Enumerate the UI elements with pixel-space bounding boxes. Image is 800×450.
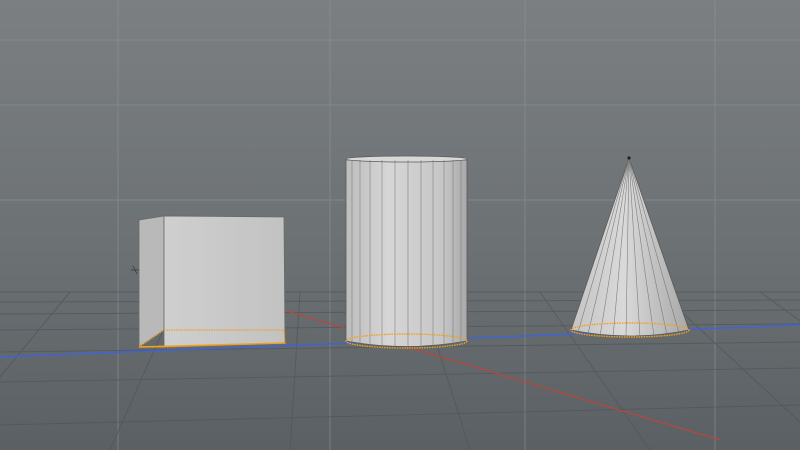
- cube-left-face: [138, 215, 165, 348]
- 3d-viewport[interactable]: [0, 0, 800, 450]
- cylinder-object[interactable]: [345, 155, 468, 349]
- cylinder-body: [345, 159, 468, 347]
- cylinder-top-cap: [345, 155, 468, 163]
- cone-apex: [627, 156, 631, 160]
- cube-front-face: [163, 215, 286, 348]
- cube-object[interactable]: [138, 215, 286, 348]
- viewport-canvas[interactable]: [0, 0, 800, 450]
